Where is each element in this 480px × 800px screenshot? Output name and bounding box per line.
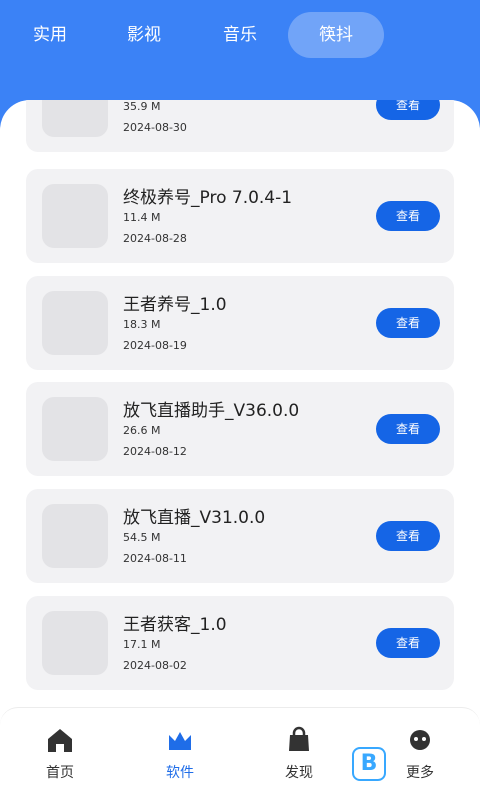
list-item[interactable]: 王者获客_1.0 17.1 M 2024-08-02 查看	[26, 596, 454, 690]
app-thumbnail	[42, 291, 108, 355]
app-size: 35.9 M	[123, 100, 161, 113]
more-icon	[410, 730, 430, 750]
category-tabs: 实用 影视 音乐 筷抖	[0, 10, 480, 60]
app-date: 2024-08-30	[123, 121, 187, 134]
list-item[interactable]: 35.9 M 2024-08-30 查看	[26, 100, 454, 152]
view-button[interactable]: 查看	[376, 308, 440, 338]
tab-kuaidou[interactable]: 筷抖	[288, 12, 384, 58]
tab-music[interactable]: 音乐	[212, 12, 268, 58]
nav-discover[interactable]: 发现	[264, 726, 334, 782]
software-icon	[169, 732, 191, 750]
app-date: 2024-08-02	[123, 659, 187, 672]
app-thumbnail	[42, 504, 108, 568]
app-name: 终极养号_Pro 7.0.4-1	[123, 188, 293, 208]
tab-practical[interactable]: 实用	[22, 12, 78, 58]
view-button[interactable]: 查看	[376, 201, 440, 231]
app-name: 放飞直播_V31.0.0	[123, 508, 266, 528]
app-list: 35.9 M 2024-08-30 查看 终极养号_Pro 7.0.4-1 11…	[26, 100, 454, 700]
app-date: 2024-08-28	[123, 232, 187, 245]
app-size: 17.1 M	[123, 638, 161, 651]
watermark-letter: B	[360, 751, 378, 776]
nav-home[interactable]: 首页	[25, 726, 95, 782]
app-thumbnail	[42, 184, 108, 248]
content-panel: 35.9 M 2024-08-30 查看 终极养号_Pro 7.0.4-1 11…	[0, 100, 480, 800]
list-item[interactable]: 放飞直播助手_V36.0.0 26.6 M 2024-08-12 查看	[26, 382, 454, 476]
app-thumbnail	[42, 611, 108, 675]
list-item[interactable]: 王者养号_1.0 18.3 M 2024-08-19 查看	[26, 276, 454, 370]
list-item[interactable]: 放飞直播_V31.0.0 54.5 M 2024-08-11 查看	[26, 489, 454, 583]
app-thumbnail	[42, 100, 108, 137]
view-button[interactable]: 查看	[376, 100, 440, 120]
app-size: 18.3 M	[123, 318, 161, 331]
watermark-logo: B	[352, 747, 386, 781]
tab-video[interactable]: 影视	[116, 12, 172, 58]
app-date: 2024-08-11	[123, 552, 187, 565]
list-item[interactable]: 终极养号_Pro 7.0.4-1 11.4 M 2024-08-28 查看	[26, 169, 454, 263]
view-button[interactable]: 查看	[376, 628, 440, 658]
app-date: 2024-08-12	[123, 445, 187, 458]
app-size: 26.6 M	[123, 424, 161, 437]
app-name: 王者获客_1.0	[123, 615, 227, 635]
shopping-bag-icon	[289, 726, 309, 751]
nav-label: 首页	[46, 765, 74, 781]
view-button[interactable]: 查看	[376, 521, 440, 551]
app-thumbnail	[42, 397, 108, 461]
app-size: 11.4 M	[123, 211, 161, 224]
app-name: 王者养号_1.0	[123, 295, 227, 315]
app-size: 54.5 M	[123, 531, 161, 544]
bottom-navigation: 首页 软件 发现 更多	[0, 707, 480, 800]
nav-label: 软件	[166, 765, 194, 781]
view-button[interactable]: 查看	[376, 414, 440, 444]
app-name: 放飞直播助手_V36.0.0	[123, 401, 300, 421]
nav-label: 更多	[406, 765, 434, 781]
app-date: 2024-08-19	[123, 339, 187, 352]
nav-more[interactable]: 更多	[385, 726, 455, 782]
nav-software[interactable]: 软件	[145, 726, 215, 782]
home-icon	[48, 729, 72, 752]
nav-label: 发现	[285, 765, 313, 781]
